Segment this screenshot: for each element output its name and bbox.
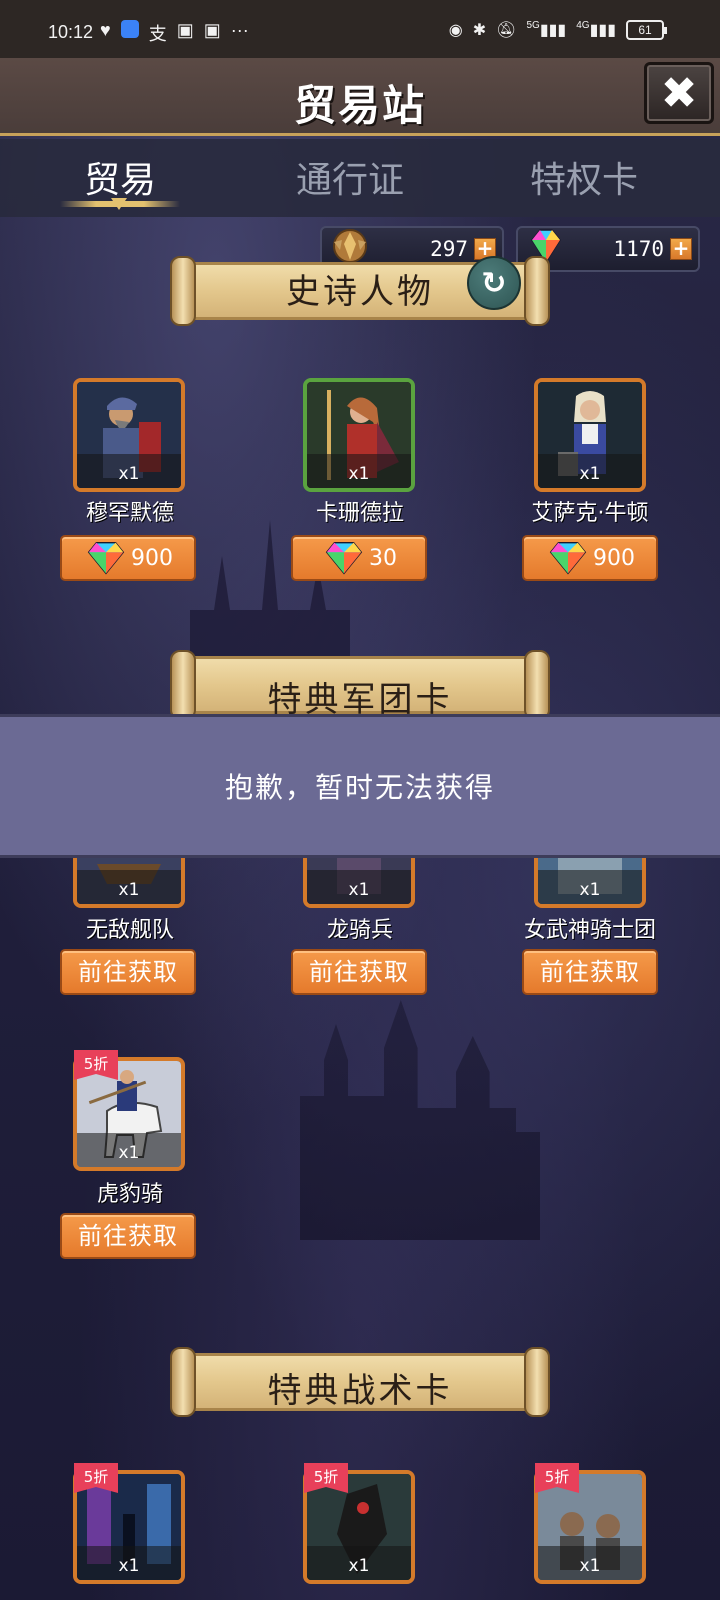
tab-trade[interactable]: 贸易 — [20, 151, 220, 203]
tab-pass[interactable]: 通行证 — [250, 151, 450, 203]
status-bar: 10:12 ♥ 支 ▣ ▣ ··· ◉ ✱ 🔕︎ 5G▮▮▮ 4G▮▮▮ 61 — [0, 0, 720, 58]
item-quantity: x1 — [118, 1556, 140, 1576]
toast-message: 抱歉，暂时无法获得 — [0, 714, 720, 858]
signal-4g-icon: 4G▮▮▮ — [576, 20, 616, 39]
mute-bell-icon: 🔕︎ — [496, 22, 517, 39]
item-quantity: x1 — [118, 1143, 140, 1163]
refresh-button[interactable]: ↻ — [467, 256, 521, 310]
section-banner-legion-cards: 特典军团卡 — [170, 650, 550, 720]
signal-5g-icon: 5G▮▮▮ — [526, 20, 567, 39]
notification-icons: ♥ 支 ▣ ▣ ··· — [100, 20, 249, 46]
hero-card-muhammad[interactable]: x1 — [73, 378, 185, 492]
price-value: 900 — [131, 545, 173, 571]
close-button[interactable]: ✖ — [644, 62, 714, 124]
buy-button-newton[interactable]: 900 — [522, 535, 658, 581]
item-quantity: x1 — [579, 1556, 601, 1576]
message-icon: ▣ — [176, 20, 194, 40]
item-quantity: x1 — [579, 464, 601, 484]
system-icons: ◉ ✱ 🔕︎ 5G▮▮▮ 4G▮▮▮ 61 — [448, 20, 667, 40]
buy-button-cassandra[interactable]: 30 — [291, 535, 427, 581]
toast-text: 抱歉，暂时无法获得 — [224, 771, 495, 804]
battery-indicator: 61 — [626, 20, 667, 40]
item-name: 虎豹骑 — [96, 1182, 163, 1207]
goto-button-valkyrie-knights[interactable]: 前往获取 — [522, 949, 658, 995]
buy-button-muhammad[interactable]: 900 — [60, 535, 196, 581]
bluetooth-icon: ✱ — [472, 22, 487, 39]
page-header: 贸易站 ✖ — [0, 58, 720, 136]
item-name: 龙骑兵 — [326, 918, 393, 943]
alipay-icon: 支 — [148, 24, 167, 44]
heart-icon: ♥ — [100, 20, 111, 40]
add-gems-button[interactable]: + — [670, 238, 692, 260]
goto-button-tiger-cavalry[interactable]: 前往获取 — [60, 1213, 196, 1259]
section-banner-tactic-cards: 特典战术卡 — [170, 1347, 550, 1417]
goto-button-dragoons[interactable]: 前往获取 — [291, 949, 427, 995]
blue-app-icon — [120, 20, 139, 38]
message-icon: ▣ — [203, 20, 221, 40]
goto-button-armada[interactable]: 前往获取 — [60, 949, 196, 995]
hero-card-cassandra[interactable]: x1 — [303, 378, 415, 492]
item-name: 无敌舰队 — [85, 918, 174, 943]
section-title: 特典战术卡 — [267, 1371, 453, 1411]
price-value: 900 — [593, 545, 635, 571]
item-name: 穆罕默德 — [85, 501, 174, 526]
tab-privilege-card[interactable]: 特权卡 — [484, 151, 684, 203]
item-quantity: x1 — [118, 464, 140, 484]
item-name: 女武神骑士团 — [523, 918, 656, 943]
rainbow-gem-icon — [549, 541, 587, 575]
item-name: 卡珊德拉 — [315, 501, 404, 526]
more-icon: ··· — [230, 20, 249, 40]
gem-value: 1170 — [613, 237, 664, 261]
item-quantity: x1 — [348, 464, 370, 484]
refresh-icon: ↻ — [481, 265, 507, 301]
rainbow-gem-icon — [325, 541, 363, 575]
rainbow-gem-icon — [87, 541, 125, 575]
status-time: 10:12 — [48, 22, 94, 42]
close-icon: ✖ — [660, 67, 698, 119]
hero-card-newton[interactable]: x1 — [534, 378, 646, 492]
item-name: 艾萨克·牛顿 — [531, 501, 649, 526]
eye-icon: ◉ — [448, 22, 463, 39]
tab-bar: 贸易 通行证 特权卡 — [0, 139, 720, 217]
price-value: 30 — [369, 545, 397, 571]
item-quantity: x1 — [118, 880, 140, 900]
page-title: 贸易站 — [293, 81, 426, 130]
item-quantity: x1 — [348, 880, 370, 900]
item-quantity: x1 — [348, 1556, 370, 1576]
item-quantity: x1 — [579, 880, 601, 900]
